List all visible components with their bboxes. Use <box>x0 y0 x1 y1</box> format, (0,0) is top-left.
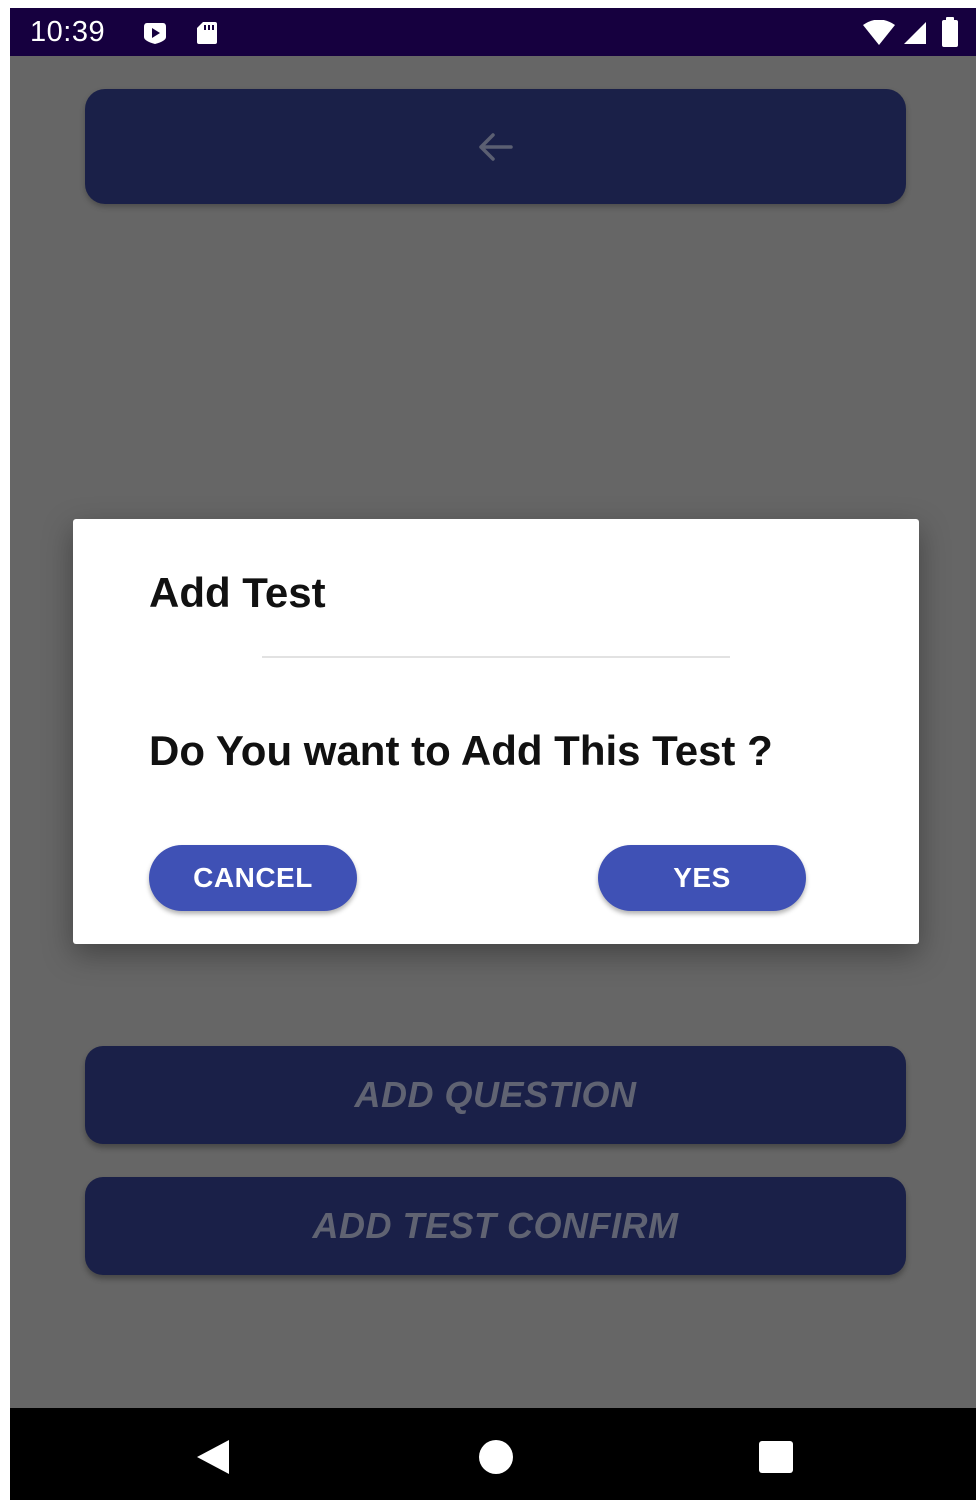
recents-square-icon[interactable] <box>758 1440 794 1474</box>
dialog-message: Do You want to Add This Test ? <box>149 727 773 774</box>
battery-icon <box>942 17 958 47</box>
wifi-icon <box>863 20 895 45</box>
back-triangle-icon[interactable] <box>195 1439 231 1475</box>
navigation-bar <box>10 1408 976 1500</box>
status-bar: 10:39 <box>10 8 976 56</box>
status-time: 10:39 <box>30 16 106 48</box>
arrow-left-icon[interactable] <box>475 127 515 167</box>
add-question-button[interactable]: ADD QUESTION <box>85 1046 906 1144</box>
dialog-title: Add Test <box>149 569 326 616</box>
device-screen: 10:39 ADD QUESTION ADD TEST CONFIRM Add … <box>10 8 976 1500</box>
signal-icon <box>904 22 926 44</box>
home-circle-icon[interactable] <box>478 1439 514 1475</box>
add-test-dialog: Add Test Do You want to Add This Test ? … <box>73 519 919 944</box>
dialog-divider <box>262 656 730 658</box>
app-bar <box>85 89 906 204</box>
cancel-button[interactable]: CANCEL <box>149 845 357 911</box>
add-test-confirm-button[interactable]: ADD TEST CONFIRM <box>85 1177 906 1275</box>
play-protect-icon <box>144 23 166 44</box>
sd-card-icon <box>197 22 217 44</box>
yes-button[interactable]: YES <box>598 845 806 911</box>
